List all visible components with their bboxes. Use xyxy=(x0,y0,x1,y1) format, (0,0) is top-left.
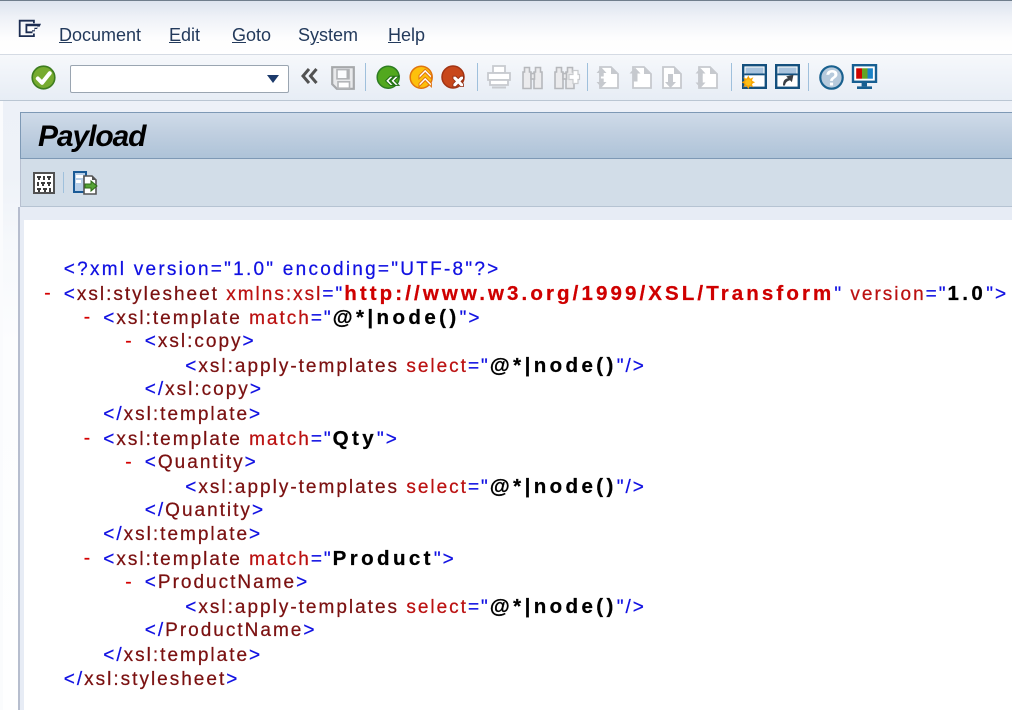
svg-text:?: ? xyxy=(825,65,838,90)
